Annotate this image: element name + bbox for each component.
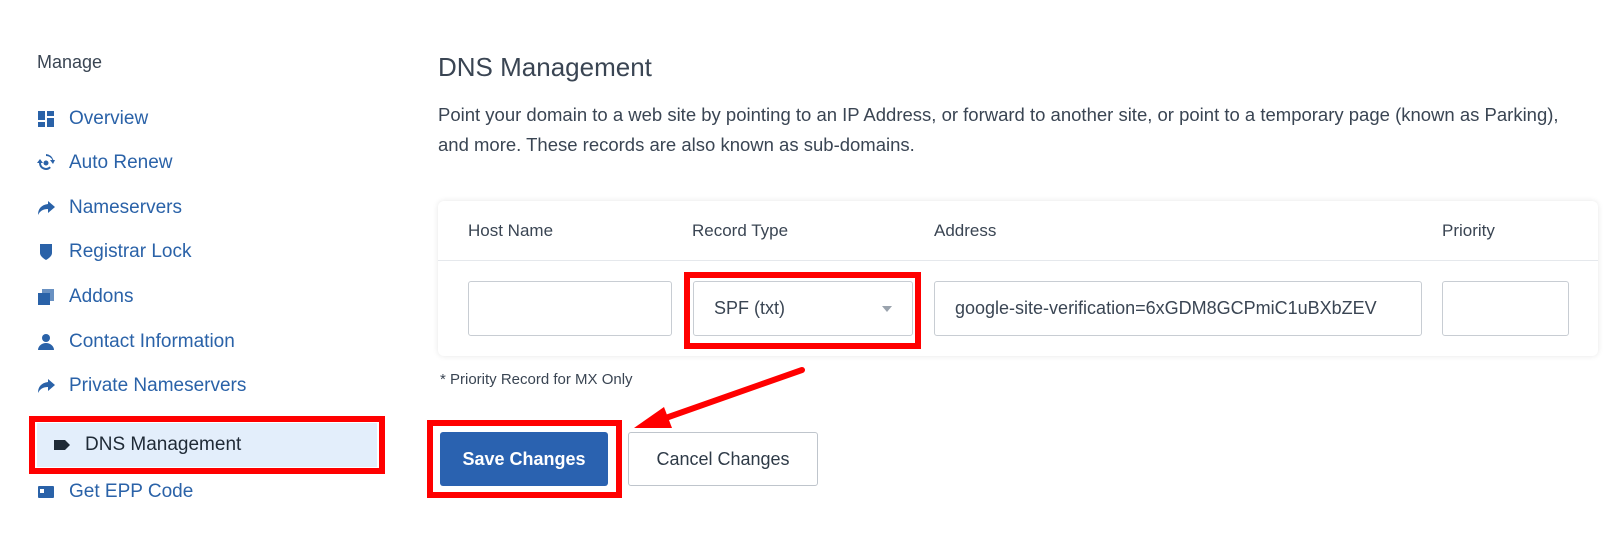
sidebar-heading: Manage: [37, 52, 103, 72]
priority-input[interactable]: [1442, 281, 1569, 336]
sidebar-item-label: Get EPP Code: [69, 481, 194, 502]
sidebar-item-private-nameservers[interactable]: Private Nameservers: [37, 367, 377, 405]
column-header-record-type: Record Type: [692, 221, 789, 240]
sidebar-item-registrar-lock[interactable]: Registrar Lock: [37, 233, 377, 271]
sidebar-item-overview[interactable]: Overview: [37, 100, 377, 138]
user-icon: [37, 333, 55, 351]
column-header-address: Address: [934, 221, 997, 240]
share-arrow-icon: [37, 199, 55, 217]
sidebar-item-contact-information[interactable]: Contact Information: [37, 323, 377, 361]
id-card-icon: [37, 483, 55, 501]
tag-icon: [53, 436, 71, 454]
dashboard-icon: [37, 110, 55, 128]
priority-footnote: * Priority Record for MX Only: [440, 371, 633, 388]
sidebar-item-label: Contact Information: [69, 331, 235, 352]
page: Manage Overview Auto Renew Nameservers R…: [0, 0, 1622, 540]
sidebar-item-auto-renew[interactable]: Auto Renew: [37, 144, 377, 182]
sidebar-item-label: Private Nameservers: [69, 375, 247, 396]
save-changes-button[interactable]: Save Changes: [440, 432, 608, 486]
sidebar-item-addons[interactable]: Addons: [37, 278, 377, 316]
main-content: DNS Management Point your domain to a we…: [438, 0, 1598, 540]
shield-icon: [37, 243, 55, 261]
sidebar-item-label: DNS Management: [85, 434, 242, 455]
chevron-down-icon: [882, 305, 892, 312]
column-header-host-name: Host Name: [468, 221, 554, 240]
host-name-input[interactable]: [468, 281, 672, 336]
cancel-changes-button[interactable]: Cancel Changes: [628, 432, 818, 486]
sync-icon: [37, 154, 55, 172]
share-arrow-icon: [37, 377, 55, 395]
sidebar-item-dns-management[interactable]: DNS Management: [37, 423, 377, 467]
record-type-select[interactable]: SPF (txt): [693, 281, 913, 336]
address-input[interactable]: [934, 281, 1422, 336]
sidebar-item-label: Auto Renew: [69, 152, 173, 173]
sidebar-item-nameservers[interactable]: Nameservers: [37, 189, 377, 227]
record-type-value: SPF (txt): [714, 298, 785, 318]
page-title: DNS Management: [438, 52, 652, 82]
sidebar: Manage Overview Auto Renew Nameservers R…: [0, 0, 400, 540]
dns-records-table: Host Name Record Type Address Priority S…: [438, 201, 1598, 356]
column-header-priority: Priority: [1442, 221, 1495, 240]
sidebar-item-label: Nameservers: [69, 197, 182, 218]
table-divider: [438, 260, 1598, 261]
sidebar-item-label: Registrar Lock: [69, 241, 192, 262]
page-description: Point your domain to a web site by point…: [438, 104, 1559, 155]
sidebar-item-get-epp-code[interactable]: Get EPP Code: [37, 473, 377, 511]
sidebar-item-label: Overview: [69, 108, 149, 129]
addons-icon: [37, 288, 55, 306]
sidebar-item-label: Addons: [69, 286, 134, 307]
